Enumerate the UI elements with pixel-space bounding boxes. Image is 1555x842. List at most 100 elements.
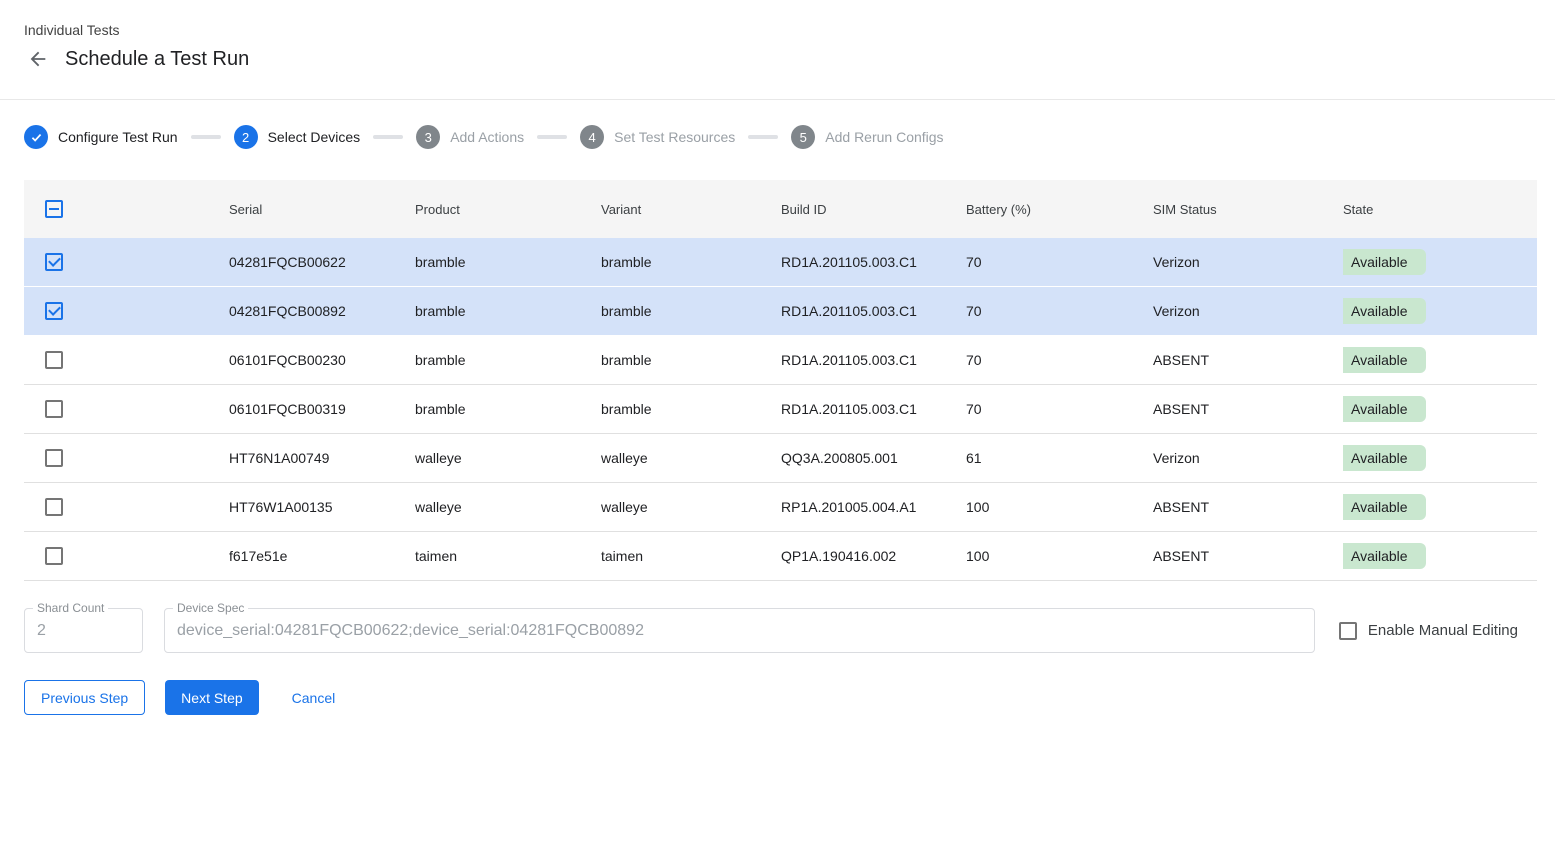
table-row[interactable]: 06101FQCB00230 bramble bramble RD1A.2011… xyxy=(24,336,1537,385)
cell-product: walleye xyxy=(415,450,601,466)
step-label: Configure Test Run xyxy=(58,129,178,145)
cell-build-id: QP1A.190416.002 xyxy=(781,548,966,564)
row-checkbox[interactable] xyxy=(45,400,63,418)
step-5-circle: 5 xyxy=(791,125,815,149)
page-header: Individual Tests Schedule a Test Run xyxy=(0,0,1555,100)
column-header-product: Product xyxy=(415,202,601,217)
step-select-devices[interactable]: 2 Select Devices xyxy=(234,125,361,149)
cell-sim-status: Verizon xyxy=(1153,254,1343,270)
row-checkbox[interactable] xyxy=(45,547,63,565)
status-badge: Available xyxy=(1343,445,1426,471)
table-row[interactable]: 04281FQCB00892 bramble bramble RD1A.2011… xyxy=(24,287,1537,336)
cell-sim-status: ABSENT xyxy=(1153,352,1343,368)
step-label: Set Test Resources xyxy=(614,129,735,145)
cell-product: bramble xyxy=(415,254,601,270)
table-row[interactable]: 06101FQCB00319 bramble bramble RD1A.2011… xyxy=(24,385,1537,434)
row-checkbox[interactable] xyxy=(45,449,63,467)
step-add-rerun-configs[interactable]: 5 Add Rerun Configs xyxy=(791,125,943,149)
cancel-button[interactable]: Cancel xyxy=(284,680,344,715)
table-row[interactable]: HT76W1A00135 walleye walleye RP1A.201005… xyxy=(24,483,1537,532)
row-checkbox[interactable] xyxy=(45,302,63,320)
step-label: Select Devices xyxy=(268,129,361,145)
next-step-button[interactable]: Next Step xyxy=(165,680,258,715)
row-checkbox[interactable] xyxy=(45,498,63,516)
step-connector xyxy=(191,135,221,139)
step-connector xyxy=(537,135,567,139)
cell-build-id: QQ3A.200805.001 xyxy=(781,450,966,466)
cell-sim-status: ABSENT xyxy=(1153,499,1343,515)
status-badge: Available xyxy=(1343,543,1426,569)
breadcrumb: Individual Tests xyxy=(24,22,1531,38)
cell-build-id: RD1A.201105.003.C1 xyxy=(781,352,966,368)
cell-battery: 100 xyxy=(966,548,1153,564)
back-arrow-icon xyxy=(27,48,49,70)
device-spec-form: Shard Count Device Spec Enable Manual Ed… xyxy=(24,608,1518,653)
page-title: Schedule a Test Run xyxy=(65,48,249,71)
cell-build-id: RP1A.201005.004.A1 xyxy=(781,499,966,515)
step-label: Add Rerun Configs xyxy=(825,129,943,145)
cell-product: bramble xyxy=(415,303,601,319)
cell-variant: bramble xyxy=(601,401,781,417)
cell-variant: taimen xyxy=(601,548,781,564)
row-checkbox[interactable] xyxy=(45,253,63,271)
cell-serial: 06101FQCB00319 xyxy=(229,401,415,417)
column-header-sim-status: SIM Status xyxy=(1153,202,1343,217)
select-all-checkbox[interactable] xyxy=(45,200,63,218)
cell-battery: 61 xyxy=(966,450,1153,466)
device-spec-label: Device Spec xyxy=(173,601,248,615)
step-configure-test-run[interactable]: Configure Test Run xyxy=(24,125,178,149)
step-add-actions[interactable]: 3 Add Actions xyxy=(416,125,524,149)
cell-battery: 70 xyxy=(966,352,1153,368)
table-body: 04281FQCB00622 bramble bramble RD1A.2011… xyxy=(24,238,1537,581)
step-4-circle: 4 xyxy=(580,125,604,149)
step-connector xyxy=(373,135,403,139)
status-badge: Available xyxy=(1343,249,1426,275)
manual-editing-toggle[interactable]: Enable Manual Editing xyxy=(1339,622,1518,640)
status-badge: Available xyxy=(1343,347,1426,373)
table-header-row: Serial Product Variant Build ID Battery … xyxy=(24,180,1537,238)
cell-product: bramble xyxy=(415,352,601,368)
device-spec-input[interactable] xyxy=(165,609,1314,652)
row-checkbox[interactable] xyxy=(45,351,63,369)
device-table: Serial Product Variant Build ID Battery … xyxy=(24,180,1537,581)
cell-variant: walleye xyxy=(601,450,781,466)
cell-variant: bramble xyxy=(601,303,781,319)
enable-manual-editing-label: Enable Manual Editing xyxy=(1368,622,1518,639)
cell-serial: 04281FQCB00622 xyxy=(229,254,415,270)
cell-sim-status: Verizon xyxy=(1153,450,1343,466)
step-1-circle xyxy=(24,125,48,149)
device-spec-field: Device Spec xyxy=(164,608,1315,653)
shard-count-field: Shard Count xyxy=(24,608,143,653)
cell-product: taimen xyxy=(415,548,601,564)
back-button[interactable] xyxy=(26,47,50,71)
cell-product: walleye xyxy=(415,499,601,515)
step-set-test-resources[interactable]: 4 Set Test Resources xyxy=(580,125,735,149)
column-header-variant: Variant xyxy=(601,202,781,217)
cell-serial: HT76N1A00749 xyxy=(229,450,415,466)
cell-battery: 70 xyxy=(966,254,1153,270)
enable-manual-editing-checkbox[interactable] xyxy=(1339,622,1357,640)
cell-battery: 70 xyxy=(966,401,1153,417)
cell-variant: bramble xyxy=(601,254,781,270)
cell-build-id: RD1A.201105.003.C1 xyxy=(781,303,966,319)
status-badge: Available xyxy=(1343,396,1426,422)
cell-battery: 70 xyxy=(966,303,1153,319)
cell-battery: 100 xyxy=(966,499,1153,515)
cell-product: bramble xyxy=(415,401,601,417)
previous-step-button[interactable]: Previous Step xyxy=(24,680,145,715)
cell-build-id: RD1A.201105.003.C1 xyxy=(781,401,966,417)
cell-serial: f617e51e xyxy=(229,548,415,564)
table-row[interactable]: f617e51e taimen taimen QP1A.190416.002 1… xyxy=(24,532,1537,581)
table-row[interactable]: HT76N1A00749 walleye walleye QQ3A.200805… xyxy=(24,434,1537,483)
column-header-build-id: Build ID xyxy=(781,202,966,217)
shard-count-label: Shard Count xyxy=(33,601,108,615)
column-header-battery: Battery (%) xyxy=(966,202,1153,217)
shard-count-input[interactable] xyxy=(25,609,142,652)
cell-variant: walleye xyxy=(601,499,781,515)
column-header-serial: Serial xyxy=(229,202,415,217)
column-header-state: State xyxy=(1343,202,1537,217)
cell-variant: bramble xyxy=(601,352,781,368)
cell-serial: HT76W1A00135 xyxy=(229,499,415,515)
table-row[interactable]: 04281FQCB00622 bramble bramble RD1A.2011… xyxy=(24,238,1537,287)
action-buttons: Previous Step Next Step Cancel xyxy=(24,680,1531,715)
